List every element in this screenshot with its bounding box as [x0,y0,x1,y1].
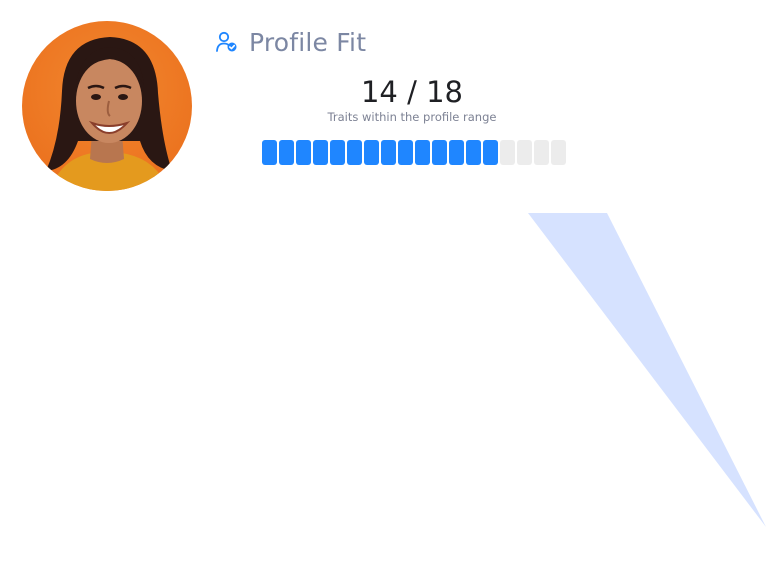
progress-segment-filled [449,140,464,165]
progress-segment-filled [381,140,396,165]
fit-score-caption: Traits within the profile range [327,110,497,124]
progress-segment-filled [432,140,447,165]
progress-segment-filled [347,140,362,165]
page-title: Profile Fit [249,27,367,57]
header: Profile Fit [215,26,366,58]
progress-segment-filled [262,140,277,165]
profile-fit-card: Profile Fit 14 / 18 Traits within the pr… [0,0,767,573]
user-check-icon [215,30,239,54]
progress-segment-filled [398,140,413,165]
progress-segment-empty [551,140,566,165]
avatar-portrait [46,37,172,191]
progress-segment-filled [483,140,498,165]
avatar [22,21,192,191]
fit-score: 14 / 18 [360,75,463,109]
progress-segment-filled [330,140,345,165]
progress-segment-filled [279,140,294,165]
progress-segment-filled [313,140,328,165]
progress-segment-filled [466,140,481,165]
progress-segment-filled [364,140,379,165]
progress-segment-filled [296,140,311,165]
progress-segment-empty [500,140,515,165]
progress-segment-empty [534,140,549,165]
progress-segment-empty [517,140,532,165]
fit-progress-bar [262,140,566,165]
progress-segment-filled [415,140,430,165]
